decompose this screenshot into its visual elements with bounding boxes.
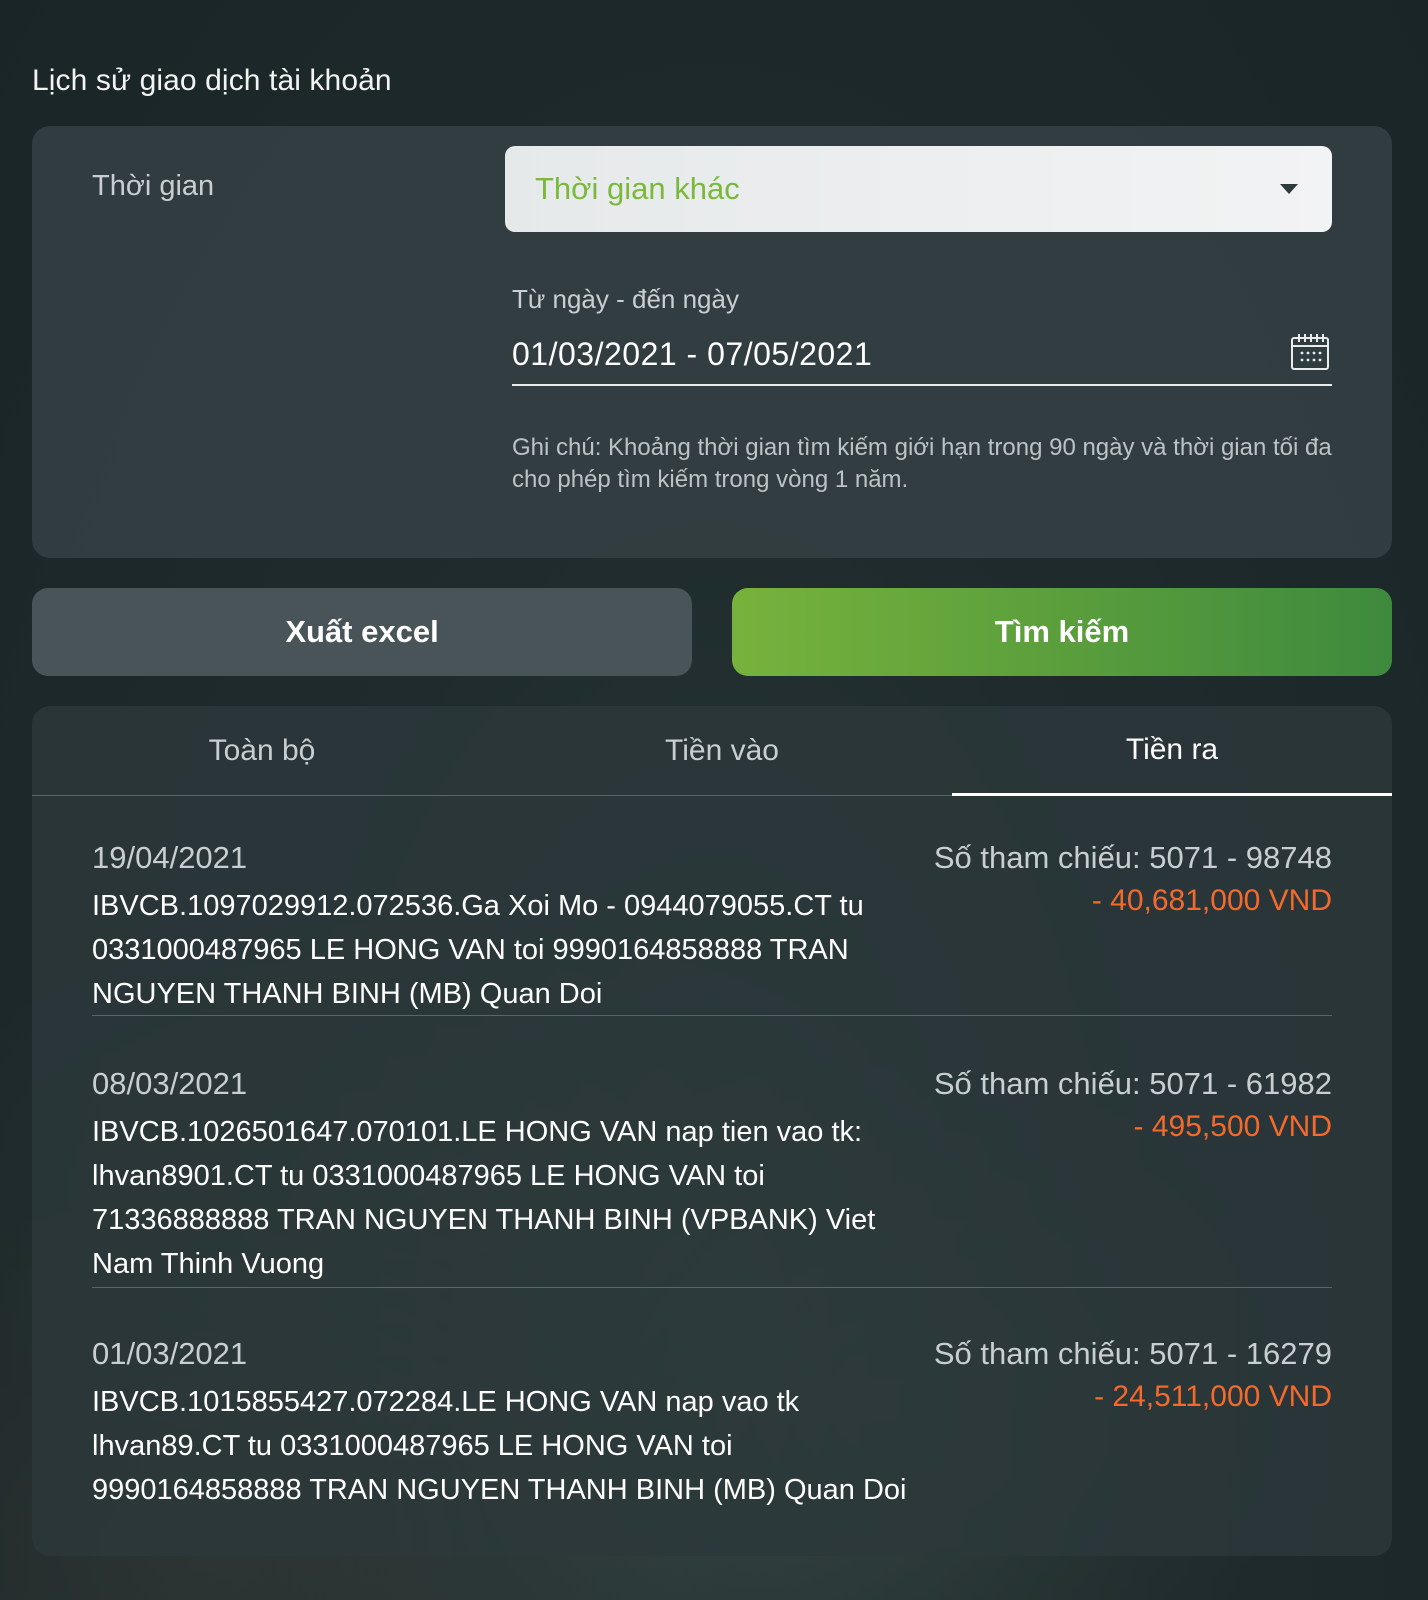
- transaction-results-panel: Toàn bộ Tiền vào Tiền ra 19/04/2021 IBVC…: [32, 706, 1392, 1556]
- page-title: Lịch sử giao dịch tài khoản: [32, 64, 392, 97]
- chevron-down-icon: [1280, 184, 1298, 194]
- tab-money-out[interactable]: Tiền ra: [952, 706, 1392, 796]
- export-excel-button[interactable]: Xuất excel: [32, 588, 692, 676]
- tab-all[interactable]: Toàn bộ: [32, 706, 492, 796]
- date-range-label: Từ ngày - đến ngày: [512, 284, 739, 314]
- time-period-select[interactable]: Thời gian khác: [505, 146, 1332, 232]
- transaction-date: 01/03/2021: [92, 1336, 248, 1371]
- date-range-field[interactable]: 01/03/2021 - 07/05/2021: [512, 326, 1332, 386]
- search-limit-note: Ghi chú: Khoảng thời gian tìm kiếm giới …: [512, 434, 1332, 493]
- time-period-selected-value: Thời gian khác: [535, 171, 740, 206]
- transaction-amount: - 495,500 VND: [1133, 1110, 1332, 1143]
- transaction-description: IBVCB.1026501647.070101.LE HONG VAN nap …: [92, 1116, 876, 1280]
- transaction-reference: Số tham chiếu: 5071 - 98748: [933, 840, 1332, 875]
- filter-panel: Thời gian Thời gian khác Từ ngày - đến n…: [32, 126, 1392, 558]
- calendar-icon[interactable]: [1290, 332, 1330, 372]
- transaction-row[interactable]: 08/03/2021 IBVCB.1026501647.070101.LE HO…: [92, 1066, 1332, 1288]
- transaction-reference: Số tham chiếu: 5071 - 16279: [933, 1336, 1332, 1371]
- date-range-value: 01/03/2021 - 07/05/2021: [512, 336, 873, 372]
- tab-money-in[interactable]: Tiền vào: [492, 706, 952, 796]
- search-button[interactable]: Tìm kiếm: [732, 588, 1392, 676]
- transaction-row[interactable]: 19/04/2021 IBVCB.1097029912.072536.Ga Xo…: [92, 840, 1332, 1016]
- transaction-amount: - 40,681,000 VND: [1091, 884, 1332, 917]
- transaction-tabs: Toàn bộ Tiền vào Tiền ra: [32, 706, 1392, 796]
- transaction-description: IBVCB.1015855427.072284.LE HONG VAN nap …: [92, 1386, 907, 1506]
- transaction-amount: - 24,511,000 VND: [1094, 1380, 1332, 1413]
- transaction-row[interactable]: 01/03/2021 IBVCB.1015855427.072284.LE HO…: [92, 1336, 1332, 1512]
- transaction-description: IBVCB.1097029912.072536.Ga Xoi Mo - 0944…: [92, 890, 864, 1010]
- time-label: Thời gian: [92, 170, 215, 202]
- transaction-reference: Số tham chiếu: 5071 - 61982: [933, 1066, 1332, 1101]
- transaction-date: 19/04/2021: [92, 840, 248, 875]
- transaction-date: 08/03/2021: [92, 1066, 248, 1101]
